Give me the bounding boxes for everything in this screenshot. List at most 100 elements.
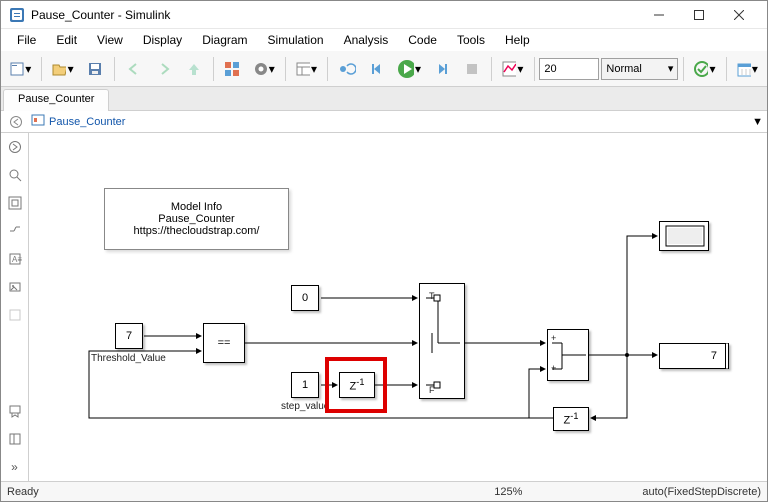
status-zoom: 125%	[494, 486, 522, 498]
stop-button[interactable]	[458, 55, 486, 83]
fit-icon[interactable]	[4, 192, 26, 214]
menu-tools[interactable]: Tools	[447, 31, 495, 49]
chevron-down-icon: ▾	[268, 62, 276, 76]
open-button[interactable]: ▾	[47, 55, 78, 83]
back-button[interactable]	[120, 55, 148, 83]
block-value: Z-1	[350, 377, 365, 393]
save-button[interactable]	[81, 55, 109, 83]
block-unit-delay-feedback[interactable]: Z-1	[553, 407, 589, 431]
block-constant-step[interactable]: 1	[291, 372, 319, 398]
chevron-down-icon: ▾	[310, 62, 318, 76]
block-value: 7	[126, 330, 132, 342]
svg-text:A≡: A≡	[12, 255, 22, 264]
switch-port-false: F	[429, 385, 435, 395]
library-browser-button[interactable]	[218, 55, 246, 83]
model-browser-icon[interactable]	[4, 428, 26, 450]
chevron-down-icon: ▾	[516, 62, 524, 76]
hide-browser-button[interactable]	[5, 111, 27, 133]
simulation-mode-label: Normal	[606, 63, 641, 75]
chevron-down-icon: ▾	[24, 62, 32, 76]
chevron-down-icon: ▾	[668, 62, 674, 75]
tabbar: Pause_Counter	[1, 87, 767, 111]
workspace: A≡ »	[1, 133, 767, 481]
model-icon	[31, 113, 45, 130]
maximize-button[interactable]	[679, 2, 719, 28]
model-config-button[interactable]: ▾	[248, 55, 279, 83]
display-value: 7	[711, 350, 717, 362]
simulation-mode-select[interactable]: Normal ▾	[601, 58, 678, 80]
breadcrumb-bar: Pause_Counter ▼	[1, 111, 767, 133]
breadcrumb-root[interactable]: Pause_Counter	[49, 116, 125, 128]
block-constant-zero[interactable]: 0	[291, 285, 319, 311]
run-button[interactable]: ▾	[393, 55, 426, 83]
zoom-icon[interactable]	[4, 164, 26, 186]
block-constant-threshold[interactable]: 7	[115, 323, 143, 349]
menu-display[interactable]: Display	[133, 31, 192, 49]
breadcrumb-dropdown[interactable]: ▼	[752, 116, 763, 128]
status-solver: auto(FixedStepDiscrete)	[642, 486, 761, 498]
left-palette: A≡ »	[1, 133, 29, 481]
switch-port-true: T	[429, 291, 435, 301]
app-window: Pause_Counter - Simulink File Edit View …	[0, 0, 768, 502]
window-title: Pause_Counter - Simulink	[31, 8, 170, 22]
stop-time-input[interactable]	[539, 58, 599, 80]
step-forward-button[interactable]	[428, 55, 456, 83]
minimize-button[interactable]	[639, 2, 679, 28]
note-line: Model Info	[123, 201, 270, 213]
model-explorer-button[interactable]: ▾	[291, 55, 322, 83]
sum-port-plus1: +	[551, 333, 556, 343]
block-scope[interactable]	[659, 221, 709, 251]
menu-simulation[interactable]: Simulation	[258, 31, 334, 49]
label-threshold: Threshold_Value	[91, 353, 166, 364]
chevron-down-icon: ▾	[751, 62, 759, 76]
menu-analysis[interactable]: Analysis	[334, 31, 399, 49]
fast-restart-button[interactable]	[333, 55, 361, 83]
menubar: File Edit View Display Diagram Simulatio…	[1, 29, 767, 51]
sample-time-icon[interactable]	[4, 220, 26, 242]
label-step: step_value	[281, 401, 329, 412]
menu-view[interactable]: View	[87, 31, 133, 49]
menu-help[interactable]: Help	[495, 31, 540, 49]
block-value: 0	[302, 292, 308, 304]
menu-edit[interactable]: Edit	[46, 31, 87, 49]
block-switch[interactable]	[419, 283, 465, 399]
area-icon[interactable]	[4, 304, 26, 326]
navigate-icon[interactable]	[4, 136, 26, 158]
expand-icon[interactable]: »	[4, 456, 26, 478]
signal-lines	[29, 133, 767, 481]
block-value: ==	[218, 337, 231, 349]
chevron-down-icon: ▾	[414, 62, 422, 76]
model-info-annotation[interactable]: Model Info Pause_Counter https://theclou…	[104, 188, 289, 250]
note-line: https://thecloudstrap.com/	[123, 225, 270, 237]
block-unit-delay-step[interactable]: Z-1	[339, 372, 375, 398]
data-inspector-button[interactable]: ▾	[497, 55, 528, 83]
step-back-button[interactable]	[363, 55, 391, 83]
build-button[interactable]: ▾	[689, 55, 720, 83]
toolbar: ▾ ▾ ▾ ▾ ▾ ▾ Normal ▾ ▾ ▾	[1, 51, 767, 87]
block-value: Z-1	[564, 411, 579, 427]
status-ready: Ready	[7, 486, 39, 498]
new-model-button[interactable]: ▾	[5, 55, 36, 83]
block-display[interactable]: 7	[659, 343, 729, 369]
diagram-canvas[interactable]: Model Info Pause_Counter https://theclou…	[29, 133, 767, 481]
block-relational-operator[interactable]: ==	[203, 323, 245, 363]
block-value: 1	[302, 379, 308, 391]
chevron-down-icon: ▾	[66, 62, 74, 76]
menu-file[interactable]: File	[7, 31, 46, 49]
note-line: Pause_Counter	[123, 213, 270, 225]
tab-label: Pause_Counter	[18, 93, 94, 105]
app-icon	[9, 7, 25, 23]
up-button[interactable]	[180, 55, 208, 83]
annotation-icon[interactable]: A≡	[4, 248, 26, 270]
titlebar: Pause_Counter - Simulink	[1, 1, 767, 29]
model-tab[interactable]: Pause_Counter	[3, 89, 109, 111]
close-button[interactable]	[719, 2, 759, 28]
chevron-down-icon: ▾	[708, 62, 716, 76]
forward-button[interactable]	[150, 55, 178, 83]
statusbar: Ready 125% auto(FixedStepDiscrete)	[1, 481, 767, 501]
image-icon[interactable]	[4, 276, 26, 298]
schedule-button[interactable]: ▾	[732, 55, 763, 83]
menu-diagram[interactable]: Diagram	[192, 31, 257, 49]
menu-code[interactable]: Code	[398, 31, 447, 49]
viewmark-icon[interactable]	[4, 400, 26, 422]
